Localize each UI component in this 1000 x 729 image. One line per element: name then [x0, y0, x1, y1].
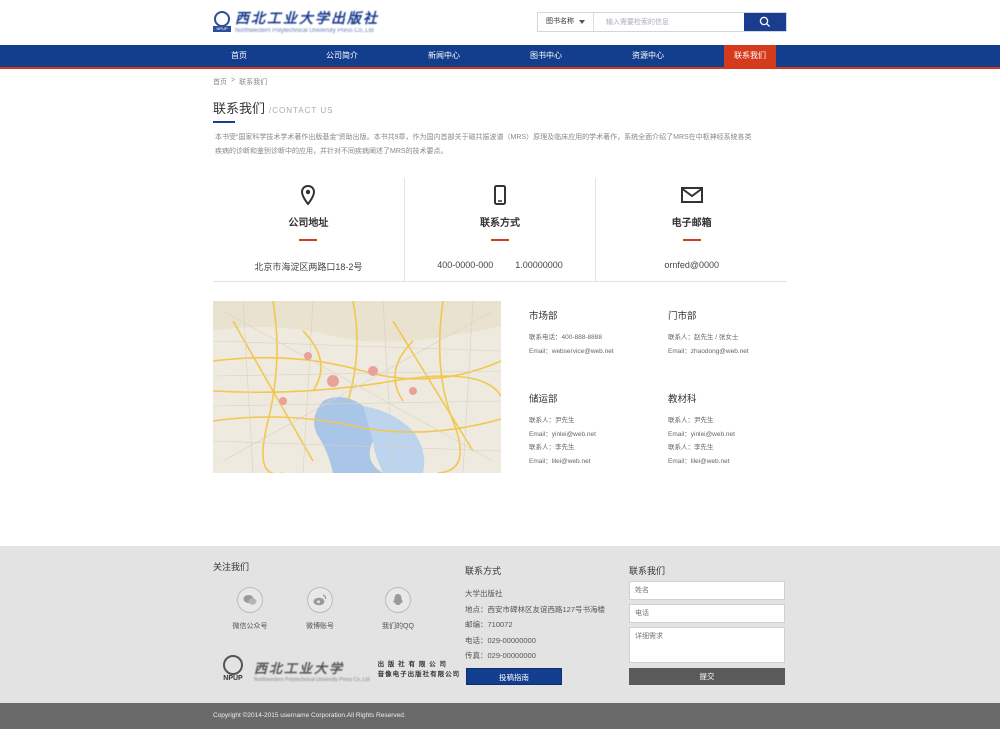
logo-subtitle: Northwestern Polytechnical University Pr… — [235, 28, 374, 34]
main-nav: 首页 公司简介 新闻中心 图书中心 资源中心 联系我们 — [0, 45, 1000, 69]
footer-contact-info: 大学出版社 地点：西安市碑林区友谊西路127号书海楼 邮编：710072 电话：… — [465, 589, 606, 660]
search-bar: 图书名称 — [537, 12, 787, 32]
department-marketing: 市场部 联系电话：400-888-8888 Email：webservice@w… — [529, 311, 614, 355]
social-wechat[interactable]: 微信公众号 — [220, 587, 280, 631]
phone-number-2: 1.00000000 — [515, 260, 563, 270]
red-divider — [682, 239, 701, 241]
footer-form-title: 联系我们 — [629, 566, 666, 576]
intro-text: 本书受“国家科学技术学术著作出版基金”资助出版。本书共9章，作为国内首部关于磁共… — [215, 134, 752, 155]
copyright-text: Copyright ©2014-2015 username Corporatio… — [213, 712, 406, 719]
breadcrumb-current: 联系我们 — [239, 79, 268, 86]
submit-button[interactable]: 提交 — [629, 668, 785, 685]
logo-emblem: NPUP — [213, 10, 231, 32]
mobile-phone-icon — [494, 185, 506, 205]
departments: 市场部 联系电话：400-888-8888 Email：webservice@w… — [501, 301, 787, 473]
department-textbooks: 教材科 联系人：尹先生 Email：yinlei@web.net 联系人：李先生… — [668, 394, 735, 465]
address-block: 公司地址 北京市海淀区两路口18-2号 — [213, 178, 404, 281]
department-store: 门市部 联系人：赵先生 / 张女士 Email：zhaodong@web.net — [668, 311, 749, 355]
phone-title: 联系方式 — [480, 218, 520, 229]
department-logistics: 储运部 联系人：尹先生 Email：yinlei@web.net 联系人：李先生… — [529, 394, 596, 465]
map-image — [213, 301, 501, 473]
page-title: 联系我们 — [213, 101, 266, 116]
site-header: NPUP 西北工业大学出版社 Northwestern Polytechnica… — [0, 0, 1000, 45]
page-title-en: /CONTACT US — [269, 106, 334, 115]
nav-item-contact[interactable]: 联系我们 — [724, 45, 776, 69]
nav-item-books[interactable]: 图书中心 — [520, 45, 572, 67]
email-value[interactable]: ornfed@0000 — [596, 260, 787, 270]
title-underline — [213, 121, 235, 123]
breadcrumb-separator: > — [231, 77, 236, 84]
search-category-select[interactable]: 图书名称 — [538, 13, 594, 31]
phone-values: 400-0000-000 1.00000000 — [405, 260, 596, 270]
location-pin-icon — [301, 185, 316, 205]
wechat-icon — [243, 595, 257, 605]
nav-item-home[interactable]: 首页 — [213, 45, 265, 67]
contact-summary: 公司地址 北京市海淀区两路口18-2号 联系方式 400-0000-000 1.0… — [213, 178, 787, 282]
address-title: 公司地址 — [288, 218, 329, 229]
phone-block: 联系方式 400-0000-000 1.00000000 — [403, 178, 596, 281]
red-divider — [299, 239, 318, 241]
social-weibo[interactable]: 微博账号 — [290, 587, 350, 631]
qq-icon — [393, 594, 403, 605]
footer-logo-title: 西北工业大学 — [254, 661, 345, 677]
nav-item-about[interactable]: 公司简介 — [316, 45, 368, 67]
nav-item-news[interactable]: 新闻中心 — [418, 45, 470, 67]
email-title: 电子邮箱 — [671, 218, 712, 229]
email-block: 电子邮箱 ornfed@0000 — [595, 178, 787, 281]
breadcrumb: 首页 > 联系我们 — [213, 77, 787, 87]
nav-item-resources[interactable]: 资源中心 — [622, 45, 674, 67]
site-footer: 关注我们 微信公众号 微博账号 我们的QQ NPUP 西北工业大学 Northw… — [0, 546, 1000, 703]
phone-field[interactable] — [629, 604, 785, 623]
logo-title: 西北工业大学出版社 — [235, 11, 379, 27]
site-logo[interactable]: NPUP 西北工业大学出版社 Northwestern Polytechnica… — [213, 8, 379, 34]
phone-number: 400-0000-000 — [437, 260, 494, 270]
breadcrumb-home[interactable]: 首页 — [213, 77, 227, 87]
press-name-1: 出 版 社 有 限 公 司 — [377, 661, 447, 668]
chevron-down-icon — [579, 20, 585, 24]
name-field[interactable] — [629, 581, 785, 600]
copyright-bar: Copyright ©2014-2015 username Corporatio… — [0, 703, 1000, 729]
footer-logo-subtitle: Northwestern Polytechnical University Pr… — [254, 676, 370, 683]
red-divider — [491, 239, 509, 241]
location-map[interactable] — [213, 301, 501, 473]
details-field[interactable] — [629, 627, 785, 663]
follow-title: 关注我们 — [213, 562, 250, 572]
search-button[interactable] — [744, 13, 786, 31]
weibo-icon — [313, 594, 327, 606]
envelope-icon — [680, 187, 703, 203]
social-qq[interactable]: 我们的QQ — [368, 587, 428, 631]
footer-contact-title: 联系方式 — [465, 566, 502, 576]
footer-logo: NPUP 西北工业大学 Northwestern Polytechnical U… — [220, 655, 460, 685]
main-content: 首页 > 联系我们 联系我们 /CONTACT US 本书受“国家科学技术学术著… — [213, 77, 787, 473]
search-icon — [759, 16, 771, 28]
search-input[interactable] — [594, 13, 744, 31]
press-name-2: 音像电子出版社有限公司 — [377, 671, 461, 678]
npup-emblem: NPUP — [220, 655, 246, 685]
address-value: 北京市海淀区两路口18-2号 — [254, 262, 363, 272]
submission-guide-button[interactable]: 投稿指南 — [466, 668, 562, 685]
